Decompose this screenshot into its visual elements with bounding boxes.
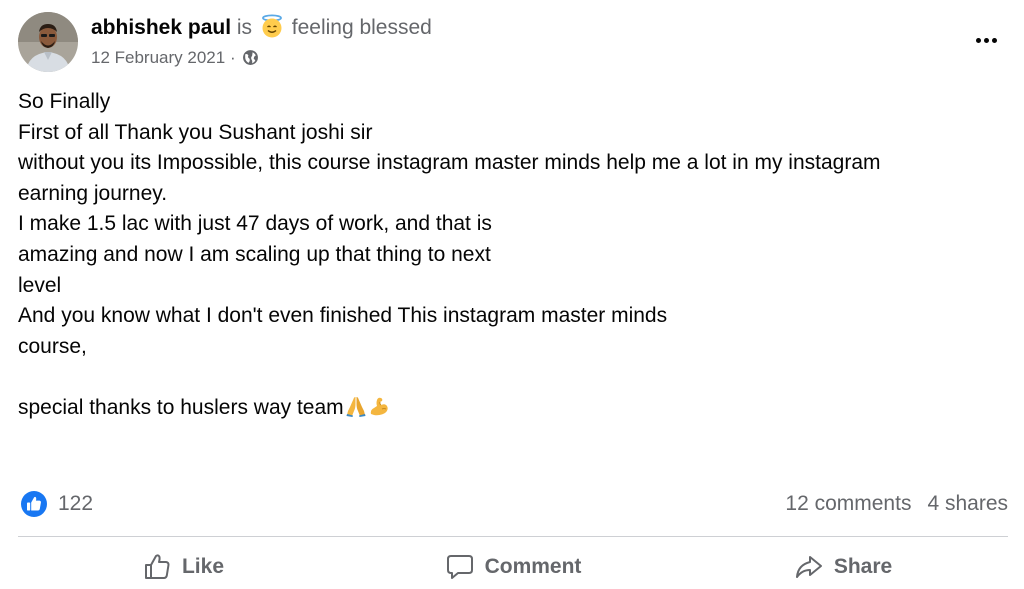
post-text-line: level <box>18 273 62 297</box>
post-date[interactable]: 12 February 2021 <box>91 48 225 67</box>
post-text-line: And you know what I don't even finished … <box>18 304 668 328</box>
thumbs-up-icon <box>144 554 170 579</box>
more-dot <box>975 37 981 43</box>
is-text: is <box>236 16 253 39</box>
globe-icon[interactable] <box>242 49 259 66</box>
post-text-line: without you its Impossible, this course … <box>18 151 881 175</box>
avatar-photo <box>18 12 78 72</box>
post-text-line: First of all Thank you Sushant joshi sir <box>18 120 373 144</box>
feeling-text[interactable]: feeling blessed <box>292 16 432 39</box>
more-dot <box>991 37 997 43</box>
like-count[interactable]: 122 <box>58 491 93 517</box>
comment-label: Comment <box>484 555 582 578</box>
action-bar: Like Comment Share <box>18 545 1008 589</box>
share-label: Share <box>833 555 893 578</box>
like-button[interactable]: Like <box>18 545 348 589</box>
post-text-line: So Finally <box>18 90 111 113</box>
date-separator: · <box>229 48 236 67</box>
flexed-biceps-icon <box>370 397 388 416</box>
avatar[interactable] <box>18 12 78 72</box>
reactions-bar: 122 12 comments 4 shares <box>18 488 1008 520</box>
post-text-line <box>18 362 1008 393</box>
share-button[interactable]: Share <box>678 545 1008 589</box>
share-arrow-icon <box>795 556 822 578</box>
name-line: abhishek paul is feeling blessed <box>91 14 432 42</box>
smiling-face-with-halo-icon <box>262 14 282 38</box>
post-text-line: special thanks to huslers way team <box>18 395 344 419</box>
post-text-line: course, <box>18 334 87 358</box>
divider <box>18 536 1008 537</box>
more-dot <box>983 37 989 43</box>
post-header: abhishek paul is feeling blessed 12 Febr… <box>18 12 1006 74</box>
post-text: So Finally First of all Thank you Sushan… <box>18 87 1008 424</box>
like-label: Like <box>181 555 225 578</box>
comment-button[interactable]: Comment <box>348 545 678 589</box>
post-text-last-line: special thanks to huslers way team <box>18 393 1008 424</box>
engagement-counts: 12 comments 4 shares <box>785 491 1008 517</box>
post-text-line: I make 1.5 lac with just 47 days of work… <box>18 212 492 236</box>
like-reaction-icon[interactable] <box>20 490 48 518</box>
shares-count[interactable]: 4 shares <box>927 492 1008 515</box>
post-meta: 12 February 2021 · <box>91 47 259 69</box>
author-name[interactable]: abhishek paul <box>91 16 231 39</box>
comments-count[interactable]: 12 comments <box>785 492 911 515</box>
folded-hands-icon <box>346 396 366 417</box>
post-text-line: earning journey. <box>18 181 168 205</box>
more-options-icon[interactable] <box>966 22 1006 58</box>
post-text-line: amazing and now I am scaling up that thi… <box>18 242 491 266</box>
comment-icon <box>446 555 473 579</box>
